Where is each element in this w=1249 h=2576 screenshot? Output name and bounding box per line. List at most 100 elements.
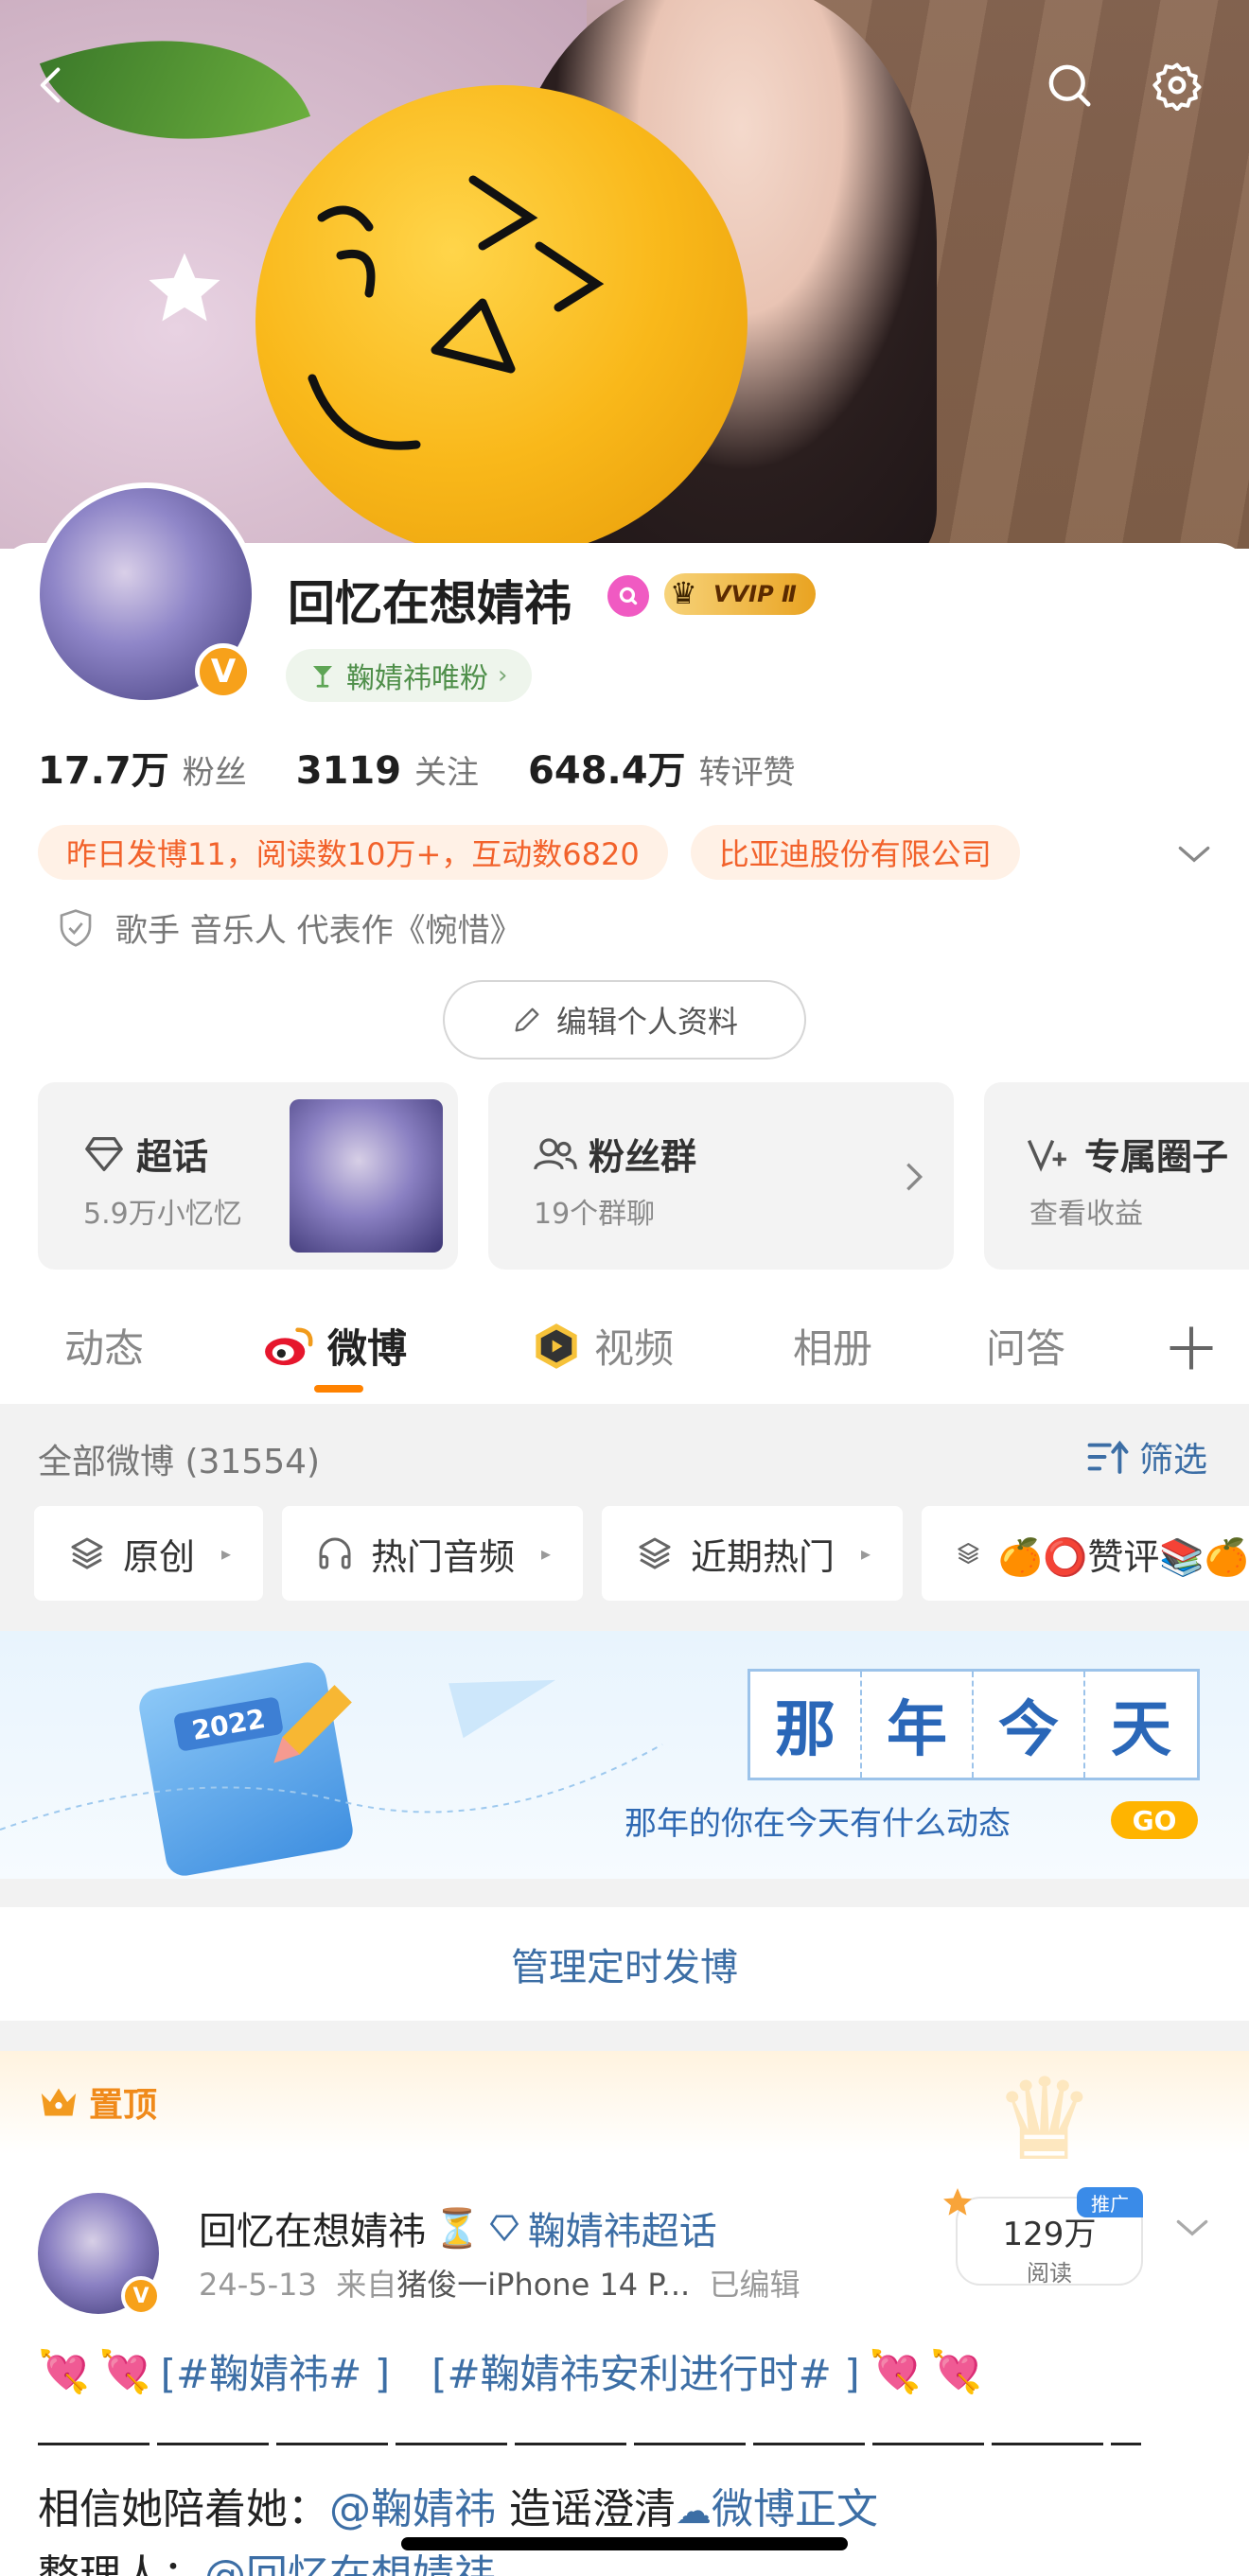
hourglass-icon: ⏳ xyxy=(433,2206,481,2251)
group-icon xyxy=(534,1137,577,1169)
diamond-icon xyxy=(85,1136,123,1171)
caret-right-icon: ▸ xyxy=(541,1542,552,1565)
post-more-chevron-icon[interactable] xyxy=(1171,2206,1213,2248)
exclusive-circle-card[interactable]: 专属圈子 查看收益 xyxy=(984,1082,1249,1270)
heart-arrow-icon: 💘 xyxy=(98,2347,151,2396)
promote-badge[interactable]: 推广 xyxy=(1077,2187,1143,2217)
edit-profile-label: 编辑个人资料 xyxy=(555,1004,738,1040)
filter-icon xyxy=(1087,1440,1129,1474)
hashtag-link[interactable]: [#鞠婧祎安利进行时# ] xyxy=(431,2342,860,2400)
cover-star-icon xyxy=(149,253,220,322)
weibo-link-icon: ☁ xyxy=(676,2490,712,2532)
followers-label[interactable]: 粉丝 xyxy=(183,746,247,793)
likes-label: 转评赞 xyxy=(698,754,796,792)
text-divider xyxy=(38,2443,1141,2445)
pinned-header: 置顶 ♛ xyxy=(0,2051,1249,2178)
on-this-day-banner[interactable]: 2022 那 年 今 天 那年的你在今天有什么动态 GO xyxy=(0,1631,1249,1879)
tab-video[interactable]: 视频 xyxy=(530,1317,674,1375)
active-tab-indicator xyxy=(314,1385,363,1393)
back-arrow-icon xyxy=(40,67,61,103)
followers-count[interactable]: 17.7万 xyxy=(38,740,169,795)
v-plus-icon xyxy=(1027,1139,1066,1172)
headphones-icon xyxy=(319,1537,351,1569)
heart-arrow-icon: 💘 xyxy=(869,2347,922,2396)
chevron-right-icon xyxy=(906,1163,924,1191)
post-author[interactable]: 回忆在想婧祎 xyxy=(199,2200,426,2255)
likes-count: 648.4万 xyxy=(528,749,686,793)
layers-icon xyxy=(958,1542,979,1565)
bio: 歌手 音乐人 代表作《惋惜》 xyxy=(57,904,522,951)
following-label[interactable]: 关注 xyxy=(414,746,479,793)
activity-tag[interactable]: 昨日发博11，阅读数10万+，互动数6820 xyxy=(38,825,668,880)
post-meta: 24-5-13 来自猪俊一iPhone 14 P... 已编辑 xyxy=(199,2267,800,2303)
fan-group-subtitle: 19个群聊 xyxy=(534,1198,656,1231)
post-topic[interactable]: 鞠婧祎超话 xyxy=(528,2200,717,2255)
weibo-logo-icon xyxy=(265,1326,313,1365)
filter-button[interactable]: 筛选 xyxy=(1086,1432,1207,1481)
exclusive-circle-subtitle: 查看收益 xyxy=(1029,1198,1143,1231)
plus-icon[interactable] xyxy=(1166,1323,1217,1374)
tab-qa[interactable]: 问答 xyxy=(986,1317,1065,1375)
read-count-badge[interactable]: 129万 阅读 推广 xyxy=(943,2187,1143,2287)
edit-profile-button[interactable]: 编辑个人资料 xyxy=(443,980,806,1060)
mention-link[interactable]: @鞠婧祎 xyxy=(329,2485,496,2533)
diamond-icon xyxy=(489,2215,519,2242)
cover-orange-face xyxy=(308,175,605,450)
member-search-icon[interactable] xyxy=(607,575,649,617)
search-button[interactable] xyxy=(1035,51,1103,119)
post-body-link[interactable]: 微博正文 xyxy=(712,2485,878,2533)
read-count-unit: 阅读 xyxy=(1027,2260,1072,2287)
crown-watermark-icon: ♛ xyxy=(994,2055,1096,2186)
all-posts-count: 全部微博 (31554) xyxy=(38,1443,321,1481)
manage-scheduled-posts[interactable]: 管理定时发博 xyxy=(0,1907,1249,2021)
chip-custom[interactable]: 🍊⭕赞评📚🍊 xyxy=(922,1506,1249,1601)
supertopic-card[interactable]: 超话 5.9万小忆忆 xyxy=(38,1082,458,1270)
profile-tags: 昨日发博11，阅读数10万+，互动数6820 比亚迪股份有限公司 xyxy=(38,825,1020,880)
supertopic-subtitle: 5.9万小忆忆 xyxy=(83,1198,242,1231)
exclusive-circle-title: 专属圈子 xyxy=(1026,1128,1228,1180)
caret-right-icon: ▸ xyxy=(221,1542,232,1565)
hashtag-link[interactable]: [#鞠婧祎# ] xyxy=(161,2342,391,2400)
cocktail-icon xyxy=(313,666,332,688)
profile-name: 回忆在想婧祎 xyxy=(288,576,572,631)
pencil-icon xyxy=(515,1008,539,1032)
settings-button[interactable] xyxy=(1143,51,1211,119)
mention-link[interactable]: @回忆在想婧祎 xyxy=(204,2551,496,2576)
post-author-line: 回忆在想婧祎 ⏳ 鞠婧祎超话 xyxy=(199,2200,717,2255)
following-count[interactable]: 3119 xyxy=(296,749,401,793)
post-hashtags: 💘 💘 [#鞠婧祎# ] [#鞠婧祎安利进行时# ] 💘 💘 xyxy=(38,2342,982,2400)
layers-icon xyxy=(71,1537,103,1569)
tab-dynamics[interactable]: 动态 xyxy=(64,1317,144,1375)
back-button[interactable] xyxy=(17,51,85,119)
crown-icon xyxy=(41,2088,77,2116)
on-this-day-subtitle: 那年的你在今天有什么动态 xyxy=(624,1805,1011,1843)
caret-right-icon: ▸ xyxy=(861,1542,871,1565)
heart-arrow-icon: 💘 xyxy=(930,2347,983,2396)
crown-icon: ♛ xyxy=(670,575,697,611)
profile-tabs: 动态 微博 视频 相册 问答 xyxy=(0,1290,1249,1404)
company-tag[interactable]: 比亚迪股份有限公司 xyxy=(690,825,1020,880)
tab-weibo[interactable]: 微博 xyxy=(261,1317,407,1375)
heart-arrow-icon: 💘 xyxy=(38,2347,90,2396)
fan-group-card[interactable]: 粉丝群 19个群聊 xyxy=(488,1082,954,1270)
chip-original[interactable]: 原创 ▸ xyxy=(34,1506,263,1601)
chevron-down-icon[interactable] xyxy=(1173,832,1215,874)
gear-icon xyxy=(1152,62,1202,111)
bio-text: 歌手 音乐人 代表作《惋惜》 xyxy=(115,912,522,950)
profile-stats: 17.7万 粉丝 3119 关注 648.4万 转评赞 xyxy=(38,740,796,795)
vvip-badge[interactable]: ♛ VVIP Ⅱ xyxy=(664,573,816,615)
verified-badge: V xyxy=(195,643,252,700)
go-button[interactable]: GO xyxy=(1111,1801,1198,1839)
supertopic-title: 超话 xyxy=(83,1128,208,1180)
chip-recent-hot[interactable]: 近期热门 ▸ xyxy=(602,1506,903,1601)
post-verified-badge: V xyxy=(121,2276,161,2316)
star-icon xyxy=(943,2188,972,2216)
tab-album[interactable]: 相册 xyxy=(793,1317,872,1375)
chip-hot-audio[interactable]: 热门音频 ▸ xyxy=(282,1506,583,1601)
search-icon xyxy=(1048,64,1091,107)
fan-group-title: 粉丝群 xyxy=(534,1128,696,1180)
supertopic-thumbnail xyxy=(290,1099,443,1253)
vvip-label: VVIP Ⅱ xyxy=(713,581,797,607)
fan-tag[interactable]: 鞠婧祎唯粉 › xyxy=(286,649,533,702)
home-indicator xyxy=(401,2537,848,2550)
